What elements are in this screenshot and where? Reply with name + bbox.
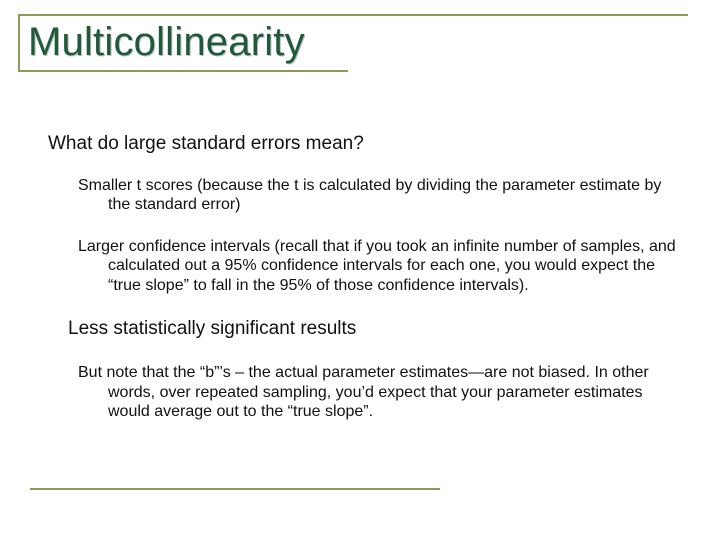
body-point-3: Less statistically significant results xyxy=(68,317,680,341)
title-block: Multicollinearity xyxy=(18,14,688,72)
slide: Multicollinearity What do large standard… xyxy=(0,0,720,540)
body-point-2: Larger confidence intervals (recall that… xyxy=(78,237,680,296)
footer-rule xyxy=(30,488,440,490)
title-bottom-rule xyxy=(18,70,348,72)
body-point-1: Smaller t scores (because the t is calcu… xyxy=(78,176,680,215)
slide-title: Multicollinearity xyxy=(18,16,688,70)
body-question: What do large standard errors mean? xyxy=(48,132,680,156)
slide-body: What do large standard errors mean? Smal… xyxy=(48,132,680,444)
body-point-4: But note that the “b”’s – the actual par… xyxy=(78,363,680,422)
